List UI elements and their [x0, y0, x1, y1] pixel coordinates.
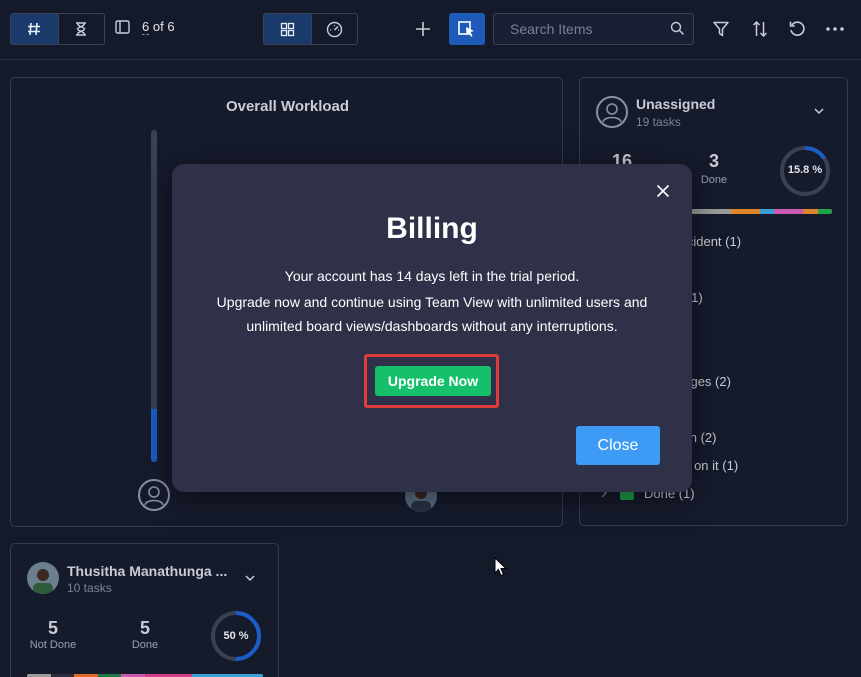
user-photo-icon	[33, 569, 53, 594]
unassigned-avatar[interactable]	[138, 479, 170, 511]
status-bar-segment	[730, 209, 760, 214]
close-icon[interactable]	[651, 179, 675, 203]
status-bar-segment	[759, 209, 774, 214]
hash-view-button[interactable]	[11, 14, 58, 44]
chevron-down-icon[interactable]	[244, 569, 256, 585]
pager: 6 of 6	[115, 19, 175, 35]
unassigned-done-label: Done	[700, 174, 728, 186]
pager-of: of	[152, 19, 164, 34]
gauge-icon	[326, 21, 342, 37]
grid-view-button[interactable]	[264, 14, 311, 44]
filter-button[interactable]	[706, 14, 736, 44]
thusitha-done-label: Done	[131, 639, 159, 651]
status-bar-segment	[803, 209, 818, 214]
search-box	[493, 13, 694, 45]
dashboard-view-button[interactable]	[310, 14, 358, 44]
thusitha-done-count: 5	[139, 618, 150, 638]
thusitha-task-count: 10 tasks	[67, 581, 112, 595]
more-button[interactable]	[820, 14, 850, 44]
thusitha-not-done-label: Not Done	[29, 639, 77, 651]
unassigned-task-count: 19 tasks	[636, 115, 681, 129]
user-icon	[602, 103, 622, 123]
upgrade-highlight: Upgrade Now	[364, 354, 499, 408]
toolbar: 6 of 6	[0, 0, 861, 60]
status-bar-segment	[774, 209, 803, 214]
workload-bar	[151, 130, 157, 462]
add-button[interactable]	[408, 14, 438, 44]
close-button[interactable]: Close	[576, 426, 660, 465]
hourglass-icon	[76, 22, 87, 36]
billing-dialog: Billing Your account has 14 days left in…	[172, 164, 692, 492]
upgrade-now-button[interactable]: Upgrade Now	[375, 366, 491, 396]
pager-current[interactable]: 6	[142, 19, 150, 35]
refresh-button[interactable]	[782, 14, 812, 44]
user-icon	[144, 486, 164, 506]
layout-toggle	[263, 13, 358, 45]
mouse-cursor-icon	[494, 557, 508, 577]
unassigned-card-avatar	[596, 96, 628, 128]
select-mode-button[interactable]	[449, 13, 485, 45]
timeline-view-button[interactable]	[57, 14, 105, 44]
unassigned-percent: 15.8 %	[787, 164, 823, 176]
thusitha-not-done-count: 5	[47, 618, 58, 638]
billing-trial-text: Your account has 14 days left in the tri…	[284, 268, 580, 284]
select-cursor-icon	[458, 21, 474, 37]
unassigned-name: Unassigned	[636, 96, 716, 112]
sidebar-panel-icon[interactable]	[115, 19, 130, 34]
grid-icon	[280, 22, 294, 36]
search-input[interactable]	[510, 21, 660, 37]
plus-icon	[416, 22, 430, 36]
billing-title: Billing	[386, 212, 478, 245]
status-bar-segment	[817, 209, 832, 214]
thusitha-name: Thusitha Manathunga ...	[67, 563, 228, 579]
more-icon	[826, 27, 844, 31]
billing-upgrade-text: Upgrade now and continue using Team View…	[216, 294, 648, 310]
filter-icon	[713, 21, 729, 37]
thusitha-card: Thusitha Manathunga ... 10 tasks 5 Not D…	[10, 543, 279, 677]
workload-bar-fill	[151, 408, 157, 462]
view-toggle	[10, 13, 105, 45]
unassigned-done-count: 3	[708, 151, 719, 171]
chevron-down-icon[interactable]	[813, 102, 825, 118]
pager-total: 6	[167, 19, 175, 34]
thusitha-percent: 50 %	[223, 630, 249, 642]
thusitha-avatar	[27, 562, 59, 594]
workload-title: Overall Workload	[225, 98, 350, 115]
refresh-icon	[789, 21, 805, 36]
sort-icon	[752, 20, 768, 38]
billing-upgrade-text-2: unlimited board views/dashboards without…	[246, 318, 618, 334]
hash-icon	[28, 22, 41, 36]
sort-button[interactable]	[745, 14, 775, 44]
search-icon[interactable]	[670, 21, 685, 36]
